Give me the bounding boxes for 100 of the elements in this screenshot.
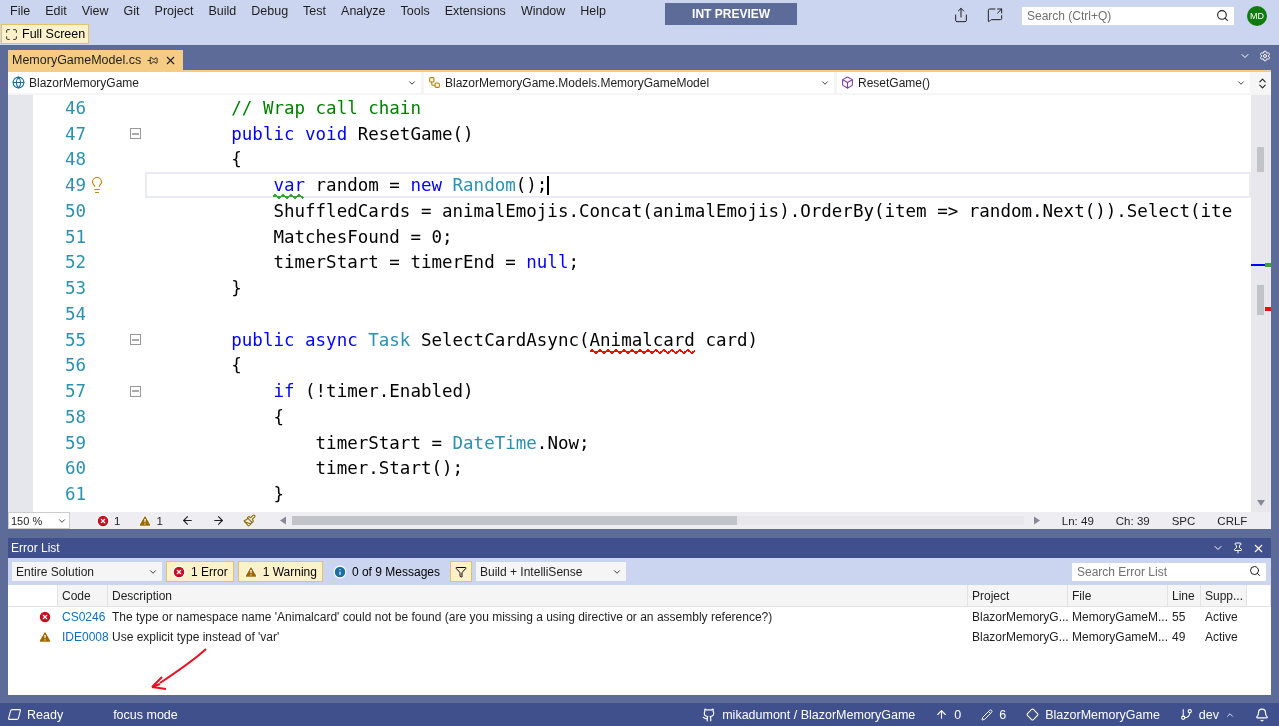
- document-tab[interactable]: MemoryGameModel.cs: [8, 50, 184, 70]
- repository-name[interactable]: BlazorMemoryGame: [1026, 707, 1160, 722]
- text-cursor: [547, 175, 549, 195]
- line-number: 57: [63, 381, 86, 402]
- source-dropdown[interactable]: Build + IntelliSense: [476, 562, 626, 581]
- code-text: random =: [314, 175, 401, 196]
- user-avatar[interactable]: MD: [1247, 6, 1267, 26]
- column-header[interactable]: Project: [968, 585, 1068, 607]
- line-number: 56: [63, 355, 86, 376]
- notifications-icon[interactable]: [1255, 707, 1269, 722]
- vertical-scrollbar[interactable]: [1251, 95, 1271, 512]
- table-cell-text: Use explicit type instead of 'var': [111, 629, 281, 646]
- filter-button[interactable]: 1 Error: [166, 561, 234, 582]
- code-text: {: [230, 355, 242, 376]
- menu-item[interactable]: View: [75, 0, 118, 22]
- line-number: 59: [63, 432, 86, 453]
- filter-button[interactable]: 0 of 9 Messages: [326, 561, 446, 582]
- code-text: {: [230, 149, 242, 170]
- table-cell-text: MemoryGameM...: [1071, 629, 1168, 646]
- code-text: (!timer.Enabled): [304, 381, 474, 402]
- clear-filter-button[interactable]: [450, 561, 472, 582]
- tab-label: MemoryGameModel.cs: [12, 53, 142, 67]
- line-number: 60: [63, 458, 86, 479]
- full-screen-button[interactable]: Full Screen: [1, 24, 90, 44]
- search-icon: [1216, 9, 1229, 22]
- scope-dropdown[interactable]: Entire Solution: [12, 562, 162, 581]
- column-header[interactable]: File: [1068, 585, 1168, 607]
- table-cell-text: MemoryGameM...: [1071, 609, 1168, 626]
- warning-count[interactable]: 1: [138, 513, 163, 528]
- line-number: 53: [63, 278, 86, 299]
- line-number: 61: [63, 484, 86, 505]
- filter-icon: [455, 565, 467, 578]
- column-header[interactable]: Supp...: [1201, 585, 1247, 607]
- back-icon[interactable]: [180, 514, 194, 527]
- menu-item[interactable]: Window: [514, 0, 575, 22]
- share-icon[interactable]: [953, 7, 969, 23]
- code-text: null: [526, 252, 569, 273]
- collapse-icon[interactable]: [129, 128, 141, 140]
- live-share-icon[interactable]: [987, 7, 1003, 23]
- code-text: DateTime: [452, 432, 537, 453]
- menu-item[interactable]: Tools: [394, 0, 439, 22]
- code-text: var: [273, 175, 306, 196]
- error-code-link[interactable]: IDE0008: [58, 627, 108, 647]
- search-field[interactable]: Search (Ctrl+Q): [1021, 6, 1235, 26]
- globe-icon: [12, 76, 25, 89]
- cube-icon: [841, 76, 854, 89]
- menu-item[interactable]: Analyze: [335, 0, 395, 22]
- collapse-icon[interactable]: [129, 385, 141, 397]
- table-cell-text: 49: [1171, 629, 1187, 646]
- type-dropdown[interactable]: BlazorMemoryGame.Models.MemoryGameModel: [424, 72, 834, 93]
- settings-icon[interactable]: [1259, 50, 1271, 62]
- column-header[interactable]: Code: [58, 585, 108, 607]
- code-text: Random: [451, 175, 516, 196]
- menu-item[interactable]: Build: [202, 0, 246, 22]
- changes-count[interactable]: 6: [981, 707, 1007, 722]
- push-count[interactable]: 0: [935, 707, 962, 722]
- menu-item[interactable]: Test: [297, 0, 336, 22]
- menu-item[interactable]: Debug: [245, 0, 298, 22]
- pin-icon[interactable]: [147, 54, 159, 66]
- warning-icon: [243, 564, 258, 579]
- project-dropdown[interactable]: BlazorMemoryGame: [8, 72, 421, 93]
- code-cleanup-icon[interactable]: [242, 514, 256, 527]
- search-field[interactable]: Search Error List: [1071, 561, 1267, 582]
- branch-selector[interactable]: dev: [1179, 707, 1235, 722]
- class-icon: [428, 76, 441, 89]
- pencil-icon: [981, 708, 994, 721]
- forward-icon[interactable]: [211, 514, 225, 527]
- code-text: .Now;: [536, 432, 590, 453]
- preview-badge: INT PREVIEW: [665, 3, 798, 25]
- panel-title: Error List: [11, 541, 60, 555]
- code-text: timer.Start();: [314, 458, 464, 479]
- menu-item[interactable]: Project: [148, 0, 203, 22]
- code-text: public async: [230, 329, 358, 350]
- collapse-icon[interactable]: [129, 334, 141, 346]
- column-header[interactable]: Line: [1168, 585, 1201, 607]
- pin-icon[interactable]: [1232, 541, 1244, 554]
- focus-mode-label: focus mode: [113, 707, 178, 722]
- table-cell-text: Active: [1204, 629, 1239, 646]
- code-text: Animalcard: [589, 329, 695, 350]
- member-dropdown[interactable]: ResetGame(): [837, 72, 1250, 93]
- code-text: }: [230, 278, 242, 299]
- menu-item[interactable]: Edit: [39, 0, 76, 22]
- line-number: 48: [63, 149, 86, 170]
- repository-link[interactable]: mikadumont / BlazorMemoryGame: [702, 707, 916, 722]
- error-icon: [96, 513, 110, 528]
- filter-button[interactable]: 1 Warning: [237, 561, 323, 582]
- menu-item[interactable]: Extensions: [438, 0, 515, 22]
- line-ending: CRLF: [1217, 514, 1248, 527]
- menu-item[interactable]: Git: [117, 0, 149, 22]
- line-number: 54: [63, 303, 86, 324]
- menu-item[interactable]: Help: [574, 0, 616, 22]
- line-number: 51: [63, 226, 86, 247]
- status-ready: Ready: [8, 707, 64, 722]
- line-number: 55: [63, 329, 86, 350]
- code-text: // Wrap call chain: [230, 97, 421, 118]
- menu-item[interactable]: File: [4, 0, 40, 22]
- error-code-link[interactable]: CS0246: [58, 607, 108, 627]
- error-count[interactable]: 1: [96, 513, 121, 528]
- zoom-dropdown[interactable]: 150 %: [8, 512, 70, 529]
- column-header[interactable]: Description: [108, 585, 968, 607]
